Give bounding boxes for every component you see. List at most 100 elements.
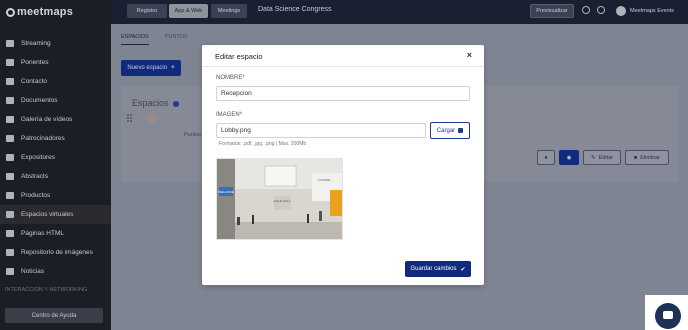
map-icon: [6, 211, 14, 218]
sidebar-item-expositores[interactable]: Expositores: [0, 148, 111, 167]
sidebar-item-label: Documentos: [21, 97, 58, 104]
preview-button[interactable]: Previsualizar: [530, 4, 574, 18]
microphone-icon: [6, 59, 14, 66]
edit-button[interactable]: ✎ Editar: [583, 150, 621, 165]
save-label: Guardar cambios: [410, 266, 457, 272]
save-changes-button[interactable]: Guardar cambios ✔: [405, 261, 471, 277]
sidebar-item-repositorio-imagenes[interactable]: Repositorio de imágenes: [0, 243, 111, 262]
sidebar-item-label: Patrocinadores: [21, 135, 65, 142]
video-icon: [6, 116, 14, 123]
sidebar-item-streaming[interactable]: Streaming: [0, 34, 111, 53]
event-name: Data Science Congress: [258, 6, 332, 13]
sidebar-item-documentos[interactable]: Documentos: [0, 91, 111, 110]
sidebar-item-label: Ponentes: [21, 59, 49, 66]
sidebar-item-paginas-html[interactable]: Páginas HTML: [0, 224, 111, 243]
account-menu[interactable]: Meetmaps Events: [616, 6, 674, 16]
logo-icon: [6, 7, 15, 17]
sidebar-item-label: Contacto: [21, 78, 48, 85]
sidebar-section-label: INTERACCIÓN Y NETWORKING: [5, 287, 88, 293]
sidebar-item-patrocinadores[interactable]: Patrocinadores: [0, 129, 111, 148]
sidebar-item-contacto[interactable]: Contacto: [0, 72, 111, 91]
image-value: Lobby.png: [221, 127, 251, 134]
location-button[interactable]: ●: [537, 150, 555, 165]
upload-label: Cargar: [436, 127, 456, 134]
bell-icon[interactable]: [582, 6, 590, 14]
phone-icon: [6, 78, 14, 85]
info-icon[interactable]: [172, 100, 179, 107]
megaphone-icon: [6, 135, 14, 142]
sidebar-item-productos[interactable]: Productos: [0, 186, 111, 205]
image-preview: WELCOME LOUNGE GOLD HALL: [216, 158, 343, 240]
sidebar-item-label: Páginas HTML: [21, 230, 64, 237]
modal-title: Editar espacio: [215, 52, 263, 61]
sidebar-item-galeria-videos[interactable]: Galería de vídeos: [0, 110, 111, 129]
topbar: Registro App & Web Meetings Data Science…: [111, 0, 688, 24]
formats-hint: Formatos: .pdf, .jpg, .png | Max. 200Mb: [219, 141, 307, 147]
sidebar-item-label: Expositores: [21, 154, 55, 161]
sidebar-item-label: Repositorio de imágenes: [21, 249, 93, 256]
name-field[interactable]: Recepcion: [216, 86, 470, 101]
edit-space-modal: Editar espacio × NOMBRE* Recepcion IMAGE…: [202, 45, 484, 285]
upload-icon: [458, 128, 464, 133]
sidebar-item-abstracts[interactable]: Abstracts: [0, 167, 111, 186]
name-label: NOMBRE*: [216, 75, 245, 81]
sidebar-item-ponentes[interactable]: Ponentes: [0, 53, 111, 72]
check-icon: ✔: [460, 266, 466, 273]
sidebar-item-label: Productos: [21, 192, 51, 199]
sidebar-nav: Streaming Ponentes Contacto Documentos G…: [0, 34, 111, 293]
sidebar: meetmaps Streaming Ponentes Contacto Doc…: [0, 0, 111, 330]
tab-espacios[interactable]: ESPACIOS: [121, 34, 149, 45]
lobby-image: WELCOME LOUNGE GOLD HALL: [217, 159, 342, 239]
eye-icon: ◉: [566, 154, 572, 161]
divider: [202, 66, 484, 67]
code-icon: [6, 230, 14, 237]
image-field[interactable]: Lobby.png: [216, 123, 426, 138]
logo-text: meetmaps: [17, 6, 74, 18]
tab-puntos[interactable]: PUNTOS: [165, 34, 188, 45]
avatar: [616, 6, 626, 16]
store-icon: [6, 154, 14, 161]
edit-label: Editar: [598, 154, 613, 161]
sidebar-item-label: Noticias: [21, 268, 45, 275]
trash-icon: ■: [633, 154, 638, 161]
tab-app-web[interactable]: App & Web: [169, 4, 208, 18]
sidebar-item-label: Galería de vídeos: [21, 116, 73, 123]
delete-button[interactable]: ■ Eliminar: [625, 150, 669, 165]
space-tabs: ESPACIOS PUNTOS: [121, 34, 188, 45]
images-icon: [6, 249, 14, 256]
close-icon[interactable]: ×: [467, 50, 472, 60]
box-icon: [6, 192, 14, 199]
sidebar-item-label: Espacios virtuales: [21, 211, 74, 218]
new-space-button[interactable]: Nuevo espacio +: [121, 60, 181, 76]
name-value: Recepcion: [221, 90, 252, 97]
lounge-sign: LOUNGE: [318, 178, 331, 182]
help-center-button[interactable]: Centro de Ayuda: [5, 308, 103, 323]
points-header: Puntos: [184, 132, 202, 138]
plus-icon: +: [171, 65, 175, 71]
upload-button[interactable]: Cargar: [430, 122, 470, 139]
sidebar-item-noticias[interactable]: Noticias: [0, 262, 111, 281]
map-pin-icon: ●: [544, 154, 548, 161]
info-icon[interactable]: [597, 6, 605, 14]
edit-icon: ✎: [591, 154, 596, 161]
spaces-title: Espacios: [132, 98, 179, 108]
tab-meetings[interactable]: Meetings: [211, 4, 247, 18]
drag-handle-icon[interactable]: [127, 114, 132, 122]
monitor-icon: [6, 40, 14, 47]
delete-label: Eliminar: [640, 154, 661, 161]
new-space-label: Nuevo espacio: [127, 65, 168, 71]
welcome-sign: WELCOME: [218, 190, 234, 194]
tab-registro[interactable]: Registro: [127, 4, 167, 18]
sidebar-item-label: Abstracts: [21, 173, 49, 180]
space-thumbnail: [147, 113, 157, 123]
view-button[interactable]: ◉: [559, 150, 579, 165]
account-name: Meetmaps Events: [630, 8, 675, 14]
sidebar-item-espacios-virtuales[interactable]: Espacios virtuales: [0, 205, 111, 224]
sidebar-item-label: Streaming: [21, 40, 51, 47]
paperclip-icon: [6, 97, 14, 104]
gold-hall-sign: GOLD HALL: [274, 199, 291, 203]
news-icon: [6, 268, 14, 275]
chat-icon[interactable]: [655, 303, 681, 329]
book-icon: [6, 173, 14, 180]
logo: meetmaps: [0, 0, 111, 24]
